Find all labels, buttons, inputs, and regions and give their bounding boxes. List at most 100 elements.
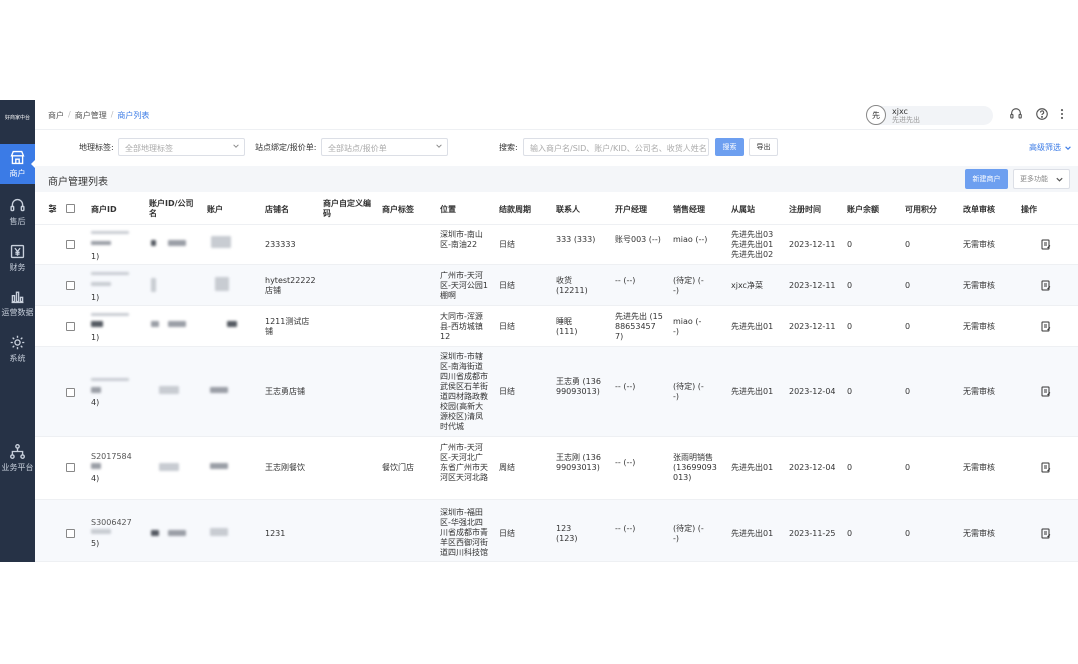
row-checkbox[interactable] xyxy=(66,529,75,538)
edit-icon[interactable] xyxy=(1041,239,1051,250)
app-window: 好商家中台 商户 售后 财务 运营数据 系统 业务平台 商户 / 商户管理 / … xyxy=(0,100,1078,562)
chevron-down-icon xyxy=(436,144,442,148)
filter-bar: 地理标签: 全部地理标签 站点绑定/报价单: 全部站点/报价单 搜索: 输入商户… xyxy=(35,136,1078,158)
col-header: 注册时间 xyxy=(789,205,821,214)
redacted-account xyxy=(210,528,228,536)
sidebar-item-system[interactable]: 系统 xyxy=(0,329,35,369)
contact: 王志勇 (13699093013) xyxy=(556,377,601,396)
redacted-id xyxy=(91,272,129,275)
register-time: 2023-12-04 xyxy=(789,463,836,472)
table-row[interactable]: 1) 1211测试店铺 大同市-浑源县-西坊城镇12 日结 睡眠 (111) 先… xyxy=(35,306,1078,347)
export-button[interactable]: 导出 xyxy=(749,138,778,156)
chevron-down-icon xyxy=(233,144,239,148)
contact: 333 (333) xyxy=(556,235,596,244)
store-name[interactable]: hytest22222店铺 xyxy=(265,276,317,296)
store-name[interactable]: 233333 xyxy=(265,240,296,250)
station: 先进先出01 xyxy=(731,463,774,472)
merchant-id-prefix: S3006427 xyxy=(91,518,132,527)
more-vertical-icon[interactable] xyxy=(1055,107,1069,121)
sidebar-item-finance[interactable]: 财务 xyxy=(0,238,35,278)
sidebar-item-label: 财务 xyxy=(9,263,26,272)
geo-tag-placeholder: 全部地理标签 xyxy=(125,144,173,153)
table-row[interactable]: 4) 王志勇店铺 深圳市-市辖区-南海街道四川省成都市武侯区石羊街道四材路政教校… xyxy=(35,347,1078,437)
site-binding-select[interactable]: 全部站点/报价单 xyxy=(321,138,448,156)
advanced-filter-label: 高级筛选 xyxy=(1029,143,1061,152)
account-manager: -- (--) xyxy=(615,382,636,391)
merchant-id-suffix: 5) xyxy=(91,539,100,548)
col-header: 联系人 xyxy=(556,205,580,214)
sidebar: 好商家中台 商户 售后 财务 运营数据 系统 业务平台 xyxy=(0,100,35,562)
avatar[interactable]: 先 xyxy=(866,105,886,125)
edit-icon[interactable] xyxy=(1041,462,1051,473)
edit-icon[interactable] xyxy=(1041,280,1051,291)
sidebar-item-label: 运营数据 xyxy=(1,308,34,317)
redacted-id xyxy=(91,241,111,245)
account-manager: 先进先出 (15886534577) xyxy=(615,312,663,341)
sidebar-item-operations[interactable]: 运营数据 xyxy=(0,283,35,323)
order-audit: 无需审核 xyxy=(963,463,995,472)
new-merchant-button[interactable]: 新建商户 xyxy=(965,169,1008,189)
merchant-id-suffix: 1) xyxy=(91,333,100,342)
row-checkbox[interactable] xyxy=(66,463,75,472)
row-checkbox[interactable] xyxy=(66,281,75,290)
row-checkbox[interactable] xyxy=(66,240,75,249)
sidebar-item-business-platform[interactable]: 业务平台 xyxy=(0,438,35,478)
chevron-down-icon xyxy=(1064,145,1071,150)
more-functions-button[interactable]: 更多功能 xyxy=(1013,169,1070,189)
location: 深圳市-南山区-南油22 xyxy=(440,230,483,249)
table-row[interactable]: S3006427 5) 1231 深圳市-福田区-华强北四川省成都市青羊区西御河… xyxy=(35,500,1078,562)
help-icon[interactable] xyxy=(1035,107,1049,121)
more-functions-label: 更多功能 xyxy=(1020,175,1048,183)
bar-chart-icon xyxy=(11,291,24,304)
account-manager: -- (--) xyxy=(615,276,636,285)
table-row[interactable]: S2017584 4) 王志刚餐饮 餐饮门店 广州市-天河区-天河北广东省广州市… xyxy=(35,437,1078,500)
column-settings-icon[interactable] xyxy=(48,204,57,213)
row-checkbox[interactable] xyxy=(66,322,75,331)
merchant-id-prefix: S2017584 xyxy=(91,452,132,461)
store-name[interactable]: 1231 xyxy=(265,529,285,539)
page-title: 商户管理列表 xyxy=(48,177,108,188)
points: 0 xyxy=(905,240,911,249)
row-checkbox[interactable] xyxy=(66,388,75,397)
store-name[interactable]: 王志刚餐饮 xyxy=(265,463,305,473)
table-row[interactable]: 1) hytest22222店铺 广州市-天河区-天河公园1棚啊 日结 收货 (… xyxy=(35,265,1078,306)
merchant-id-suffix: 4) xyxy=(91,474,100,483)
sidebar-item-merchant[interactable]: 商户 xyxy=(0,144,35,184)
edit-icon[interactable] xyxy=(1041,386,1051,397)
search-placeholder: 输入商户名/SID、账户/KID、公司名、收货人姓名 xyxy=(530,144,707,153)
redacted-id xyxy=(91,321,103,327)
col-header: 商户ID xyxy=(91,205,117,214)
location: 深圳市-福田区-华强北四川省成都市青羊区西御河街道四川科技馆 xyxy=(440,508,488,557)
redacted-account-id xyxy=(159,463,179,471)
col-header: 商户标签 xyxy=(382,205,414,214)
settle-cycle: 日结 xyxy=(499,281,515,290)
col-header: 账户余额 xyxy=(847,205,879,214)
topbar: 商户 / 商户管理 / 商户列表 先 xjxc 先进先出 xyxy=(35,100,1078,130)
order-audit: 无需审核 xyxy=(963,529,995,538)
contact: 123 (123) xyxy=(556,524,578,543)
select-all-checkbox[interactable] xyxy=(66,204,75,213)
advanced-filter-link[interactable]: 高级筛选 xyxy=(1029,142,1072,153)
search-button[interactable]: 搜索 xyxy=(715,138,744,156)
sitemap-icon xyxy=(10,444,25,459)
search-input[interactable]: 输入商户名/SID、账户/KID、公司名、收货人姓名 xyxy=(523,138,709,156)
redacted-account-id xyxy=(151,278,156,292)
redacted-account xyxy=(215,277,229,291)
balance: 0 xyxy=(847,529,853,538)
edit-icon[interactable] xyxy=(1041,321,1051,332)
breadcrumb-item-merchant[interactable]: 商户 xyxy=(48,110,64,121)
merchant-id-suffix: 1) xyxy=(91,252,100,261)
store-name[interactable]: 王志勇店铺 xyxy=(265,387,305,397)
register-time: 2023-12-11 xyxy=(789,281,836,290)
breadcrumb-item-merchant-mgmt[interactable]: 商户管理 xyxy=(75,110,107,121)
table-row[interactable]: 1) 233333 深圳市-南山区-南油22 日结 333 (333) 账号00… xyxy=(35,225,1078,265)
redacted-id xyxy=(91,313,129,316)
store-name[interactable]: 1211测试店铺 xyxy=(265,317,313,337)
logo: 好商家中台 xyxy=(4,115,30,121)
geo-tag-select[interactable]: 全部地理标签 xyxy=(118,138,245,156)
site-binding-placeholder: 全部站点/报价单 xyxy=(328,144,387,153)
redacted-id xyxy=(91,378,129,381)
headset-icon[interactable] xyxy=(1009,107,1023,121)
edit-icon[interactable] xyxy=(1041,528,1051,539)
sidebar-item-aftersale[interactable]: 售后 xyxy=(0,192,35,232)
